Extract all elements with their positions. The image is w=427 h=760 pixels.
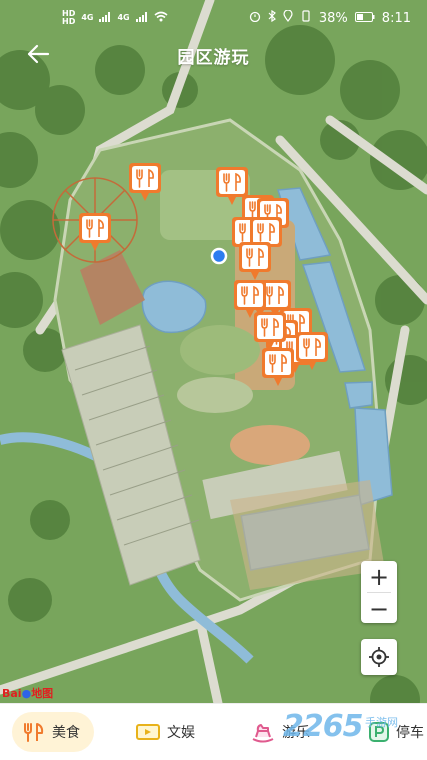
paw-icon: ● [21, 687, 32, 700]
title-bar: 园区游玩 [0, 36, 427, 72]
crosshair-icon [369, 647, 389, 667]
baidu-logo-text: Bai [2, 687, 22, 700]
alarm-icon [249, 10, 261, 26]
zoom-controls: + − [361, 561, 397, 623]
tab-label: 停车 [396, 725, 424, 741]
signal-icon [135, 11, 148, 26]
clock: 8:11 [381, 10, 411, 26]
tab-label: 美食 [52, 725, 80, 741]
zoom-in-button[interactable]: + [361, 561, 397, 592]
sim2-label: HD [62, 17, 76, 26]
location-icon [283, 9, 293, 26]
wifi-icon [154, 11, 168, 26]
rocking-horse-icon [252, 724, 274, 743]
vibrate-icon [300, 10, 312, 26]
zoom-out-button[interactable]: − [361, 593, 397, 624]
sim-indicator: HD HD [62, 10, 75, 26]
watermark: 2265 [283, 709, 363, 744]
sim2-network: 4G [117, 13, 130, 22]
battery-icon [354, 11, 375, 26]
minus-icon: − [368, 594, 390, 623]
user-location-dot [210, 247, 228, 265]
status-bar: HD HD 4G 4G 38% 8:11 [0, 0, 427, 36]
restaurant-icon [24, 723, 44, 742]
ticket-icon [136, 724, 160, 740]
bluetooth-icon [268, 9, 276, 26]
plus-icon: + [368, 562, 390, 591]
battery-percent: 38% [318, 10, 348, 26]
watermark-subtitle: 手游网 [365, 716, 398, 729]
tab-label: 文娱 [167, 725, 195, 741]
page-title: 园区游玩 [177, 48, 250, 68]
locate-button[interactable] [361, 639, 397, 675]
tab-food[interactable]: 美食 [12, 712, 94, 752]
map-attribution: Bai●地图 [2, 685, 53, 701]
map-label: 地图 [31, 687, 54, 700]
signal-icon [99, 11, 111, 26]
sim1-network: 4G [81, 13, 94, 22]
tab-entertainment[interactable]: 文娱 [135, 712, 195, 752]
